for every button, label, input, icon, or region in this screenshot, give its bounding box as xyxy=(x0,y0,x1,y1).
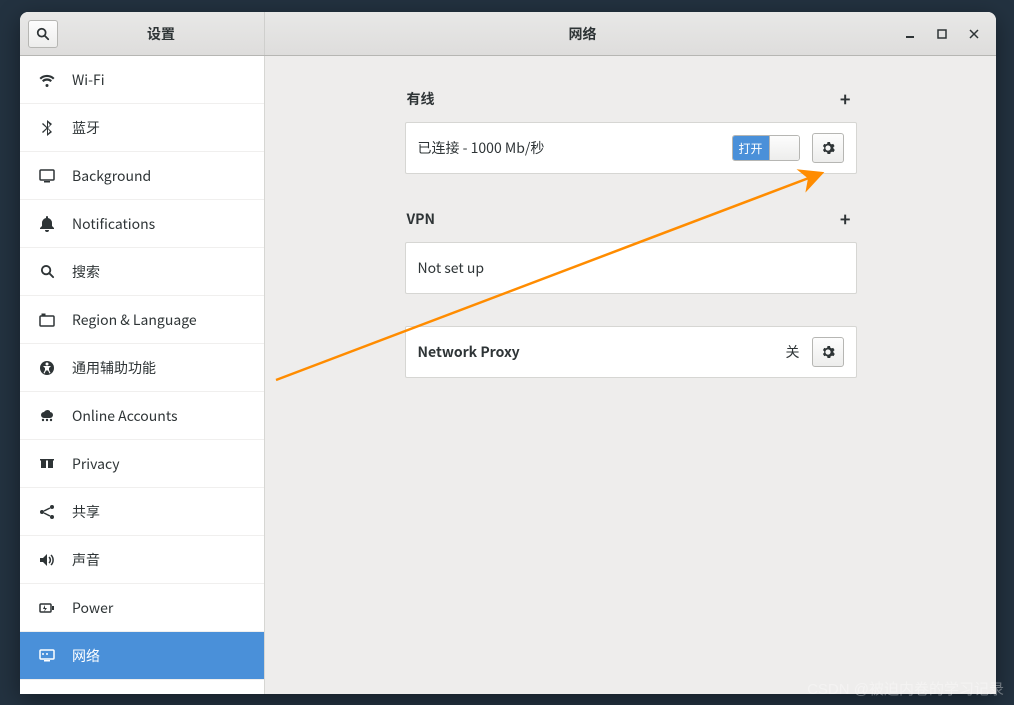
sidebar: Wi-Fi 蓝牙 Background Notifications 搜索 Region &… xyxy=(20,56,265,694)
sidebar-item-privacy[interactable]: Privacy xyxy=(20,440,264,488)
sidebar-item-label: Notifications xyxy=(72,214,155,234)
vpn-section: VPN + Not set up xyxy=(405,206,857,294)
minimize-icon xyxy=(905,29,915,39)
wired-heading: 有线 xyxy=(407,89,435,109)
add-wired-button[interactable]: + xyxy=(836,86,855,112)
accessibility-icon xyxy=(38,359,56,377)
main-content: 有线 + 已连接 - 1000 Mb/秒 打开 xyxy=(265,56,996,694)
sidebar-item-wifi[interactable]: Wi-Fi xyxy=(20,56,264,104)
network-icon xyxy=(38,647,56,665)
sidebar-item-label: 搜索 xyxy=(72,262,100,282)
privacy-icon xyxy=(38,455,56,473)
sidebar-item-label: 网络 xyxy=(72,646,100,666)
sidebar-title: 设置 xyxy=(58,24,264,44)
proxy-section: Network Proxy 关 xyxy=(405,326,857,378)
sidebar-item-label: 蓝牙 xyxy=(72,118,100,138)
wired-status: 已连接 - 1000 Mb/秒 xyxy=(418,138,720,158)
sidebar-item-label: Online Accounts xyxy=(72,406,178,426)
sidebar-item-label: Privacy xyxy=(72,454,120,474)
wifi-icon xyxy=(38,71,56,89)
add-vpn-button[interactable]: + xyxy=(836,206,855,232)
sidebar-item-label: Wi-Fi xyxy=(72,70,105,90)
sidebar-item-notifications[interactable]: Notifications xyxy=(20,200,264,248)
power-icon xyxy=(38,599,56,617)
sidebar-list[interactable]: Wi-Fi 蓝牙 Background Notifications 搜索 Region &… xyxy=(20,56,264,694)
wired-settings-button[interactable] xyxy=(812,133,844,163)
sound-icon xyxy=(38,551,56,569)
proxy-card: Network Proxy 关 xyxy=(405,326,857,378)
search-button[interactable] xyxy=(28,20,58,48)
vpn-heading: VPN xyxy=(407,209,436,229)
close-icon xyxy=(969,29,979,39)
sidebar-item-label: Power xyxy=(72,598,113,618)
search-icon xyxy=(38,263,56,281)
gear-icon xyxy=(821,141,835,155)
sidebar-item-label: 通用辅助功能 xyxy=(72,358,156,378)
maximize-button[interactable] xyxy=(932,24,952,44)
titlebar: 设置 网络 xyxy=(20,12,996,56)
sidebar-item-sharing[interactable]: 共享 xyxy=(20,488,264,536)
settings-window: 设置 网络 Wi-Fi 蓝牙 Background Notifications 搜索 Re… xyxy=(20,12,996,694)
gear-icon xyxy=(821,345,835,359)
sidebar-item-region[interactable]: Region & Language xyxy=(20,296,264,344)
sidebar-item-bluetooth[interactable]: 蓝牙 xyxy=(20,104,264,152)
bluetooth-icon xyxy=(38,119,56,137)
region-icon xyxy=(38,311,56,329)
close-button[interactable] xyxy=(964,24,984,44)
proxy-off-label: 关 xyxy=(786,342,800,362)
sidebar-item-background[interactable]: Background xyxy=(20,152,264,200)
body: Wi-Fi 蓝牙 Background Notifications 搜索 Region &… xyxy=(20,56,996,694)
wired-section: 有线 + 已连接 - 1000 Mb/秒 打开 xyxy=(405,86,857,174)
wired-toggle[interactable]: 打开 xyxy=(732,135,800,161)
sidebar-item-network[interactable]: 网络 xyxy=(20,632,264,680)
proxy-heading: Network Proxy xyxy=(418,342,774,362)
watermark: CSDN @被迫内卷的学习记录 xyxy=(807,678,1004,699)
toggle-on-label: 打开 xyxy=(733,136,769,160)
titlebar-left: 设置 xyxy=(20,12,265,55)
sidebar-item-label: 共享 xyxy=(72,502,100,522)
sidebar-item-label: Region & Language xyxy=(72,310,197,330)
sidebar-item-label: 声音 xyxy=(72,550,100,570)
online-accounts-icon xyxy=(38,407,56,425)
proxy-settings-button[interactable] xyxy=(812,337,844,367)
page-title: 网络 xyxy=(265,12,900,55)
minimize-button[interactable] xyxy=(900,24,920,44)
vpn-status: Not set up xyxy=(418,258,844,278)
search-icon xyxy=(36,27,50,41)
sidebar-item-online-accounts[interactable]: Online Accounts xyxy=(20,392,264,440)
sidebar-item-sound[interactable]: 声音 xyxy=(20,536,264,584)
sidebar-item-label: Background xyxy=(72,166,151,186)
window-controls xyxy=(900,12,996,55)
wired-card: 已连接 - 1000 Mb/秒 打开 xyxy=(405,122,857,174)
sharing-icon xyxy=(38,503,56,521)
maximize-icon xyxy=(937,29,947,39)
toggle-knob xyxy=(769,136,799,160)
sidebar-item-accessibility[interactable]: 通用辅助功能 xyxy=(20,344,264,392)
notifications-icon xyxy=(38,215,56,233)
vpn-card: Not set up xyxy=(405,242,857,294)
sidebar-item-search[interactable]: 搜索 xyxy=(20,248,264,296)
background-icon xyxy=(38,167,56,185)
sidebar-item-power[interactable]: Power xyxy=(20,584,264,632)
